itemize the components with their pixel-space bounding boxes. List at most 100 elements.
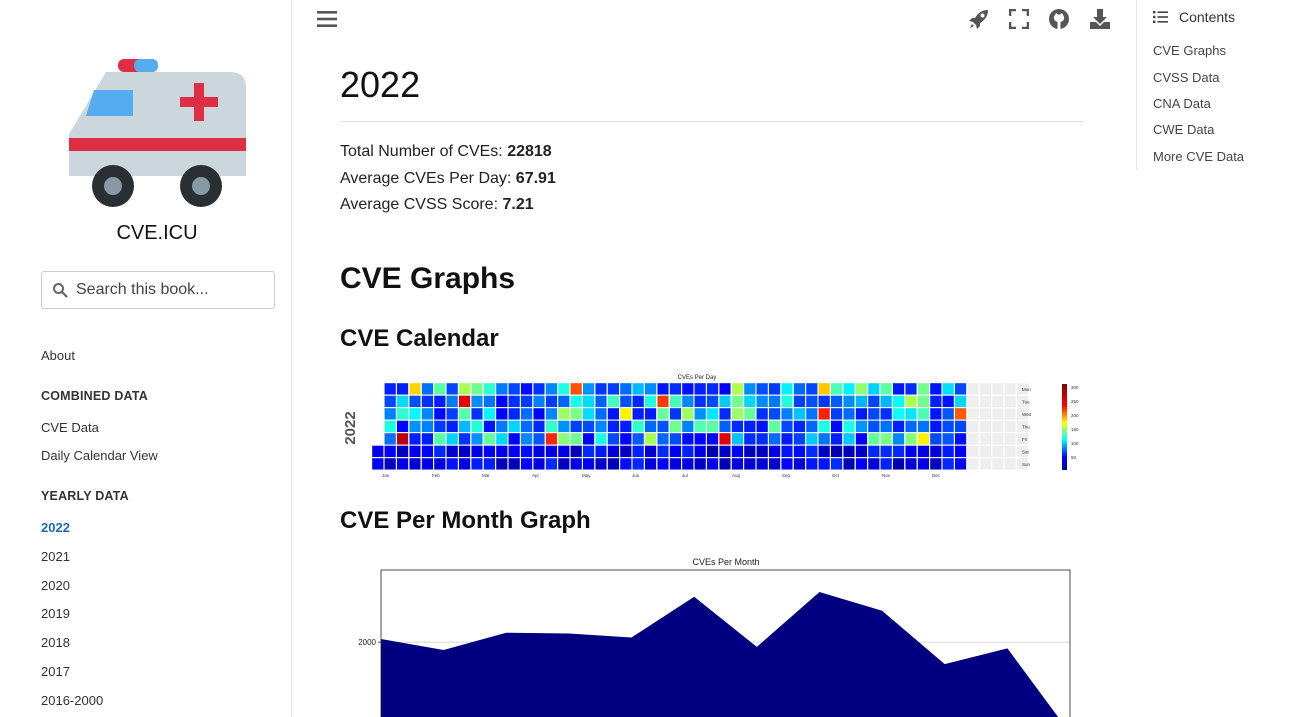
calendar-cell (892, 395, 905, 408)
calendar-cell (805, 445, 818, 458)
calendar-cell (818, 395, 831, 408)
calendar-cell (421, 445, 434, 458)
calendar-cell (967, 395, 980, 408)
calendar-cell (905, 432, 918, 445)
toc-item-cna-data[interactable]: CNA Data (1153, 96, 1211, 111)
calendar-cell (805, 420, 818, 433)
site-title[interactable]: CVE.ICU (0, 222, 314, 245)
calendar-cell (929, 432, 942, 445)
nav-year-2020[interactable]: 2020 (41, 578, 70, 593)
nav-year-2017[interactable]: 2017 (41, 664, 70, 679)
calendar-cell (619, 407, 632, 420)
sidebar-toggle-button[interactable] (314, 6, 340, 32)
nav-about[interactable]: About (41, 348, 75, 363)
calendar-cell (607, 432, 620, 445)
calendar-day-label: Sat (1022, 450, 1030, 455)
calendar-cell (657, 432, 670, 445)
toc-item-more-cve-data[interactable]: More CVE Data (1153, 149, 1244, 164)
calendar-cell (483, 457, 496, 470)
stat-label: Average CVSS Score: (340, 196, 499, 213)
calendar-cell (867, 407, 880, 420)
download-button[interactable] (1087, 6, 1113, 32)
calendar-cell (731, 445, 744, 458)
calendar-cell (917, 382, 930, 395)
calendar-cell (408, 457, 421, 470)
calendar-cell (470, 445, 483, 458)
calendar-cell (371, 445, 384, 458)
calendar-cell (632, 395, 645, 408)
search-input[interactable] (76, 272, 271, 308)
calendar-cell (929, 420, 942, 433)
calendar-cell (793, 407, 806, 420)
calendar-cell (954, 457, 967, 470)
calendar-cell (632, 420, 645, 433)
ambulance-logo-icon[interactable] (66, 56, 248, 208)
calendar-cell (942, 395, 955, 408)
calendar-month-label: Jun (632, 473, 640, 478)
calendar-cell (619, 395, 632, 408)
calendar-cell (706, 395, 719, 408)
calendar-cell (495, 420, 508, 433)
calendar-cell (594, 457, 607, 470)
calendar-cell (619, 432, 632, 445)
nav-year-2022[interactable]: 2022 (41, 520, 70, 535)
calendar-cell (669, 407, 682, 420)
calendar-cell (793, 395, 806, 408)
calendar-cell (793, 457, 806, 470)
calendar-cell (644, 457, 657, 470)
calendar-cell (830, 420, 843, 433)
calendar-cell (793, 420, 806, 433)
nav-year-2018[interactable]: 2018 (41, 635, 70, 650)
calendar-cell (520, 420, 533, 433)
calendar-cell (743, 420, 756, 433)
calendar-cell (892, 432, 905, 445)
stat-total-cves: Total Number of CVEs: 22818 (340, 143, 552, 161)
calendar-cell (508, 457, 521, 470)
page-title: 2022 (340, 64, 421, 105)
calendar-cell (433, 420, 446, 433)
calendar-cell (830, 457, 843, 470)
nav-daily-calendar-view[interactable]: Daily Calendar View (41, 448, 158, 463)
calendar-cell (1004, 420, 1017, 433)
calendar-cell (706, 382, 719, 395)
calendar-day-label: Sun (1022, 462, 1031, 467)
search-box[interactable] (41, 271, 275, 309)
calendar-cell (818, 407, 831, 420)
calendar-cell (892, 382, 905, 395)
calendar-cell (570, 395, 583, 408)
calendar-cell (731, 420, 744, 433)
toc-item-cve-graphs[interactable]: CVE Graphs (1153, 43, 1226, 58)
launch-button[interactable] (966, 6, 992, 32)
list-icon (1153, 11, 1168, 23)
calendar-cell (694, 457, 707, 470)
calendar-cell (545, 382, 558, 395)
nav-year-2016-2000[interactable]: 2016-2000 (41, 693, 103, 708)
calendar-cell (371, 420, 384, 433)
calendar-cell (818, 445, 831, 458)
calendar-cell (607, 407, 620, 420)
nav-year-2019[interactable]: 2019 (41, 606, 70, 621)
calendar-cell (867, 457, 880, 470)
nav-year-2021[interactable]: 2021 (41, 549, 70, 564)
cve-calendar-heatmap: CVEs Per Day 2022 Jan Feb Mar Apr May Jun Jul A… (342, 375, 1079, 478)
github-button[interactable] (1046, 6, 1072, 32)
calendar-cell (892, 420, 905, 433)
calendar-cell (954, 382, 967, 395)
calendar-cell (954, 420, 967, 433)
calendar-cell (917, 432, 930, 445)
fullscreen-button[interactable] (1006, 6, 1032, 32)
calendar-cell (818, 432, 831, 445)
toc-item-cvss-data[interactable]: CVSS Data (1153, 70, 1219, 85)
calendar-cell (508, 420, 521, 433)
calendar-cell (607, 457, 620, 470)
calendar-cell (545, 420, 558, 433)
calendar-cell (1004, 382, 1017, 395)
calendar-cell (644, 407, 657, 420)
calendar-cell (768, 407, 781, 420)
calendar-cell (532, 395, 545, 408)
nav-cve-data[interactable]: CVE Data (41, 420, 99, 435)
toc-item-cwe-data[interactable]: CWE Data (1153, 122, 1214, 137)
calendar-cell (706, 457, 719, 470)
calendar-cell (619, 382, 632, 395)
calendar-cell (681, 420, 694, 433)
